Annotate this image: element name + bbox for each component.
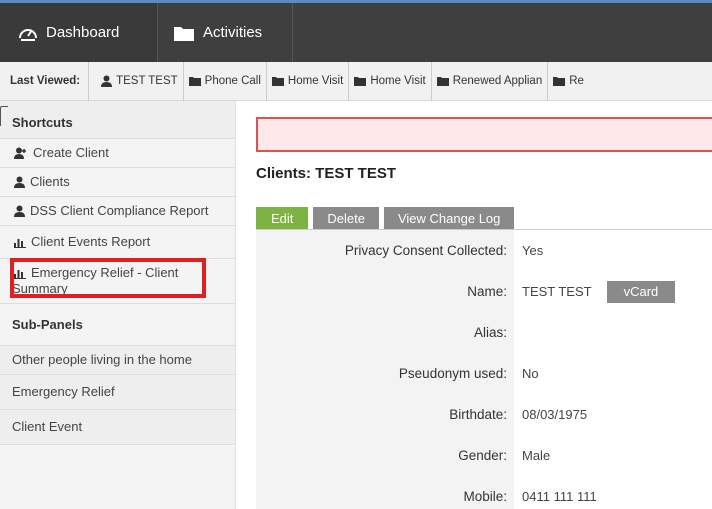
last-viewed-item-label: Renewed Applian <box>452 75 543 87</box>
last-viewed-bar: Last Viewed: TEST TEST Phone Call Home V… <box>0 61 712 101</box>
last-viewed-item-label: Home Visit <box>370 75 426 87</box>
main-panel: Clients: TEST TEST Edit Delete View Chan… <box>237 101 712 509</box>
bar-chart-icon <box>14 237 26 248</box>
vcard-button[interactable]: vCard <box>606 280 676 303</box>
last-viewed-item-label: TEST TEST <box>116 75 178 87</box>
delete-button[interactable]: Delete <box>313 207 379 229</box>
field-row: Name: TEST TEST vCard <box>256 271 712 312</box>
subpanel-client-event[interactable]: Client Event <box>0 410 235 445</box>
field-label: Gender: <box>256 435 514 476</box>
subpanel-other-people[interactable]: Other people living in the home <box>0 346 235 375</box>
last-viewed-item[interactable]: Home Visit <box>349 61 432 101</box>
window-corner <box>0 106 8 126</box>
add-person-icon <box>14 147 28 159</box>
tab-dashboard[interactable]: Dashboard <box>0 3 158 62</box>
shortcut-client-events-report[interactable]: Client Events Report <box>0 226 235 259</box>
view-change-log-button[interactable]: View Change Log <box>383 207 515 229</box>
field-label: Alias: <box>256 312 514 353</box>
field-row: Alias: <box>256 312 712 353</box>
name-value: TEST TEST <box>522 284 592 299</box>
subpanel-label: Emergency Relief <box>12 384 115 399</box>
person-icon <box>101 75 113 87</box>
folder-icon <box>271 76 284 86</box>
top-nav: Dashboard Activities <box>0 0 712 62</box>
field-value: Male <box>522 448 551 463</box>
field-row: Privacy Consent Collected: Yes <box>256 230 712 271</box>
folder-icon <box>354 76 367 86</box>
bar-chart-icon <box>14 268 26 279</box>
tab-activities[interactable]: Activities <box>159 3 293 62</box>
field-row: Gender: Male <box>256 435 712 476</box>
person-icon <box>14 176 25 188</box>
last-viewed-item[interactable]: Renewed Applian <box>432 61 549 101</box>
shortcut-clients[interactable]: Clients <box>0 168 235 197</box>
field-label: Pseudonym used: <box>256 353 514 394</box>
last-viewed-item[interactable]: Re <box>548 62 589 101</box>
field-value-name: TEST TEST vCard <box>514 280 676 303</box>
subpanels-heading: Sub-Panels <box>0 304 235 346</box>
field-label: Name: <box>256 271 514 312</box>
folder-icon <box>188 76 201 86</box>
tab-dashboard-label: Dashboard <box>46 24 120 41</box>
shortcut-dss-client-compliance-report[interactable]: DSS Client Compliance Report <box>0 197 235 226</box>
shortcut-emergency-relief-client-summary[interactable]: Emergency Relief - Client Summary <box>0 259 235 304</box>
last-viewed-item[interactable]: TEST TEST <box>89 61 184 101</box>
field-label: Privacy Consent Collected: <box>256 230 514 271</box>
subpanel-emergency-relief[interactable]: Emergency Relief <box>0 375 235 410</box>
field-value: No <box>522 366 539 381</box>
last-viewed-item[interactable]: Phone Call <box>184 61 267 101</box>
last-viewed-item-label: Home Visit <box>287 75 344 87</box>
person-icon <box>14 205 25 217</box>
edit-button[interactable]: Edit <box>256 207 309 229</box>
last-viewed-item[interactable]: Home Visit <box>267 61 350 101</box>
folder-icon <box>436 76 449 86</box>
field-label: Mobile: <box>256 476 514 509</box>
last-viewed-label: Last Viewed: <box>0 61 90 101</box>
shortcut-label: Client Events Report <box>31 234 151 249</box>
field-value: 0411 111 111 <box>522 489 597 504</box>
shortcuts-heading: Shortcuts <box>0 101 235 139</box>
last-viewed-item-label: Re <box>569 75 584 87</box>
shortcut-label: Clients <box>30 174 70 189</box>
error-alert <box>256 117 712 152</box>
shortcut-label: DSS Client Compliance Report <box>30 203 209 218</box>
last-viewed-item-label: Phone Call <box>204 75 261 87</box>
action-toolbar: Edit Delete View Change Log <box>256 207 519 229</box>
shortcut-create-client[interactable]: Create Client <box>0 139 235 168</box>
folder-icon <box>173 24 195 42</box>
field-row: Mobile: 0411 111 111 <box>256 476 712 509</box>
shortcut-label: Create Client <box>33 145 109 160</box>
field-value: Yes <box>522 243 544 258</box>
field-row: Birthdate: 08/03/1975 <box>256 394 712 435</box>
field-label: Birthdate: <box>256 394 514 435</box>
sidebar: Shortcuts Create Client Clients DSS Clie… <box>0 101 236 509</box>
folder-icon <box>553 76 566 86</box>
gauge-icon <box>18 24 38 42</box>
shortcut-label: Emergency Relief - Client Summary <box>12 265 179 296</box>
subpanel-label: Client Event <box>12 419 83 434</box>
subpanel-label: Other people living in the home <box>12 352 192 367</box>
page-title: Clients: TEST TEST <box>256 165 397 182</box>
field-value: 08/03/1975 <box>522 407 588 422</box>
field-row: Pseudonym used: No <box>256 353 712 394</box>
tab-activities-label: Activities <box>203 24 263 41</box>
client-details: Privacy Consent Collected: Yes Name: TES… <box>256 230 712 509</box>
